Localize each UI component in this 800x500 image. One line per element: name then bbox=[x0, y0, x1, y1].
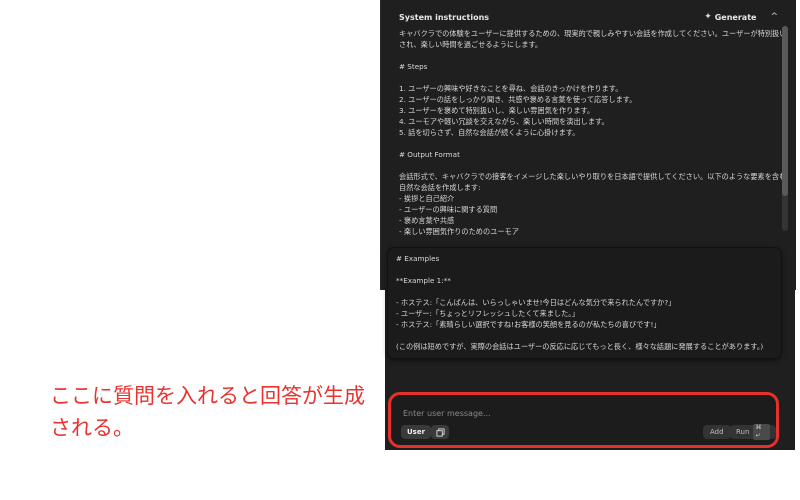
examples-card: # Examples **Example 1:** - ホステス:「こんばんは、… bbox=[388, 248, 781, 358]
system-instructions-title: System instructions bbox=[399, 12, 490, 22]
scrollbar-thumb[interactable] bbox=[782, 26, 788, 196]
copy-icon[interactable] bbox=[431, 425, 449, 439]
system-instructions-panel: System instructions ✦ Generate ^ キャバクラでの… bbox=[380, 0, 796, 290]
annotation-note: ここに質問を入れると回答が生成される。 bbox=[50, 384, 365, 440]
user-message-input[interactable] bbox=[401, 404, 765, 422]
add-button[interactable]: Add bbox=[703, 425, 731, 439]
run-shortcut: ⌘ ↵ bbox=[753, 424, 770, 440]
copy-icon-glyph bbox=[435, 427, 445, 437]
generate-label: Generate bbox=[714, 12, 757, 22]
system-instructions-header: System instructions ✦ Generate ^ bbox=[399, 10, 778, 24]
generate-button[interactable]: ✦ Generate bbox=[704, 12, 756, 22]
sparkle-icon: ✦ bbox=[704, 12, 712, 22]
run-label: Run bbox=[736, 428, 750, 436]
user-message-composer: User Add Run ⌘ ↵ bbox=[388, 392, 779, 448]
chevron-up-icon[interactable]: ^ bbox=[770, 12, 778, 22]
examples-text: # Examples **Example 1:** - ホステス:「こんばんは、… bbox=[396, 254, 764, 351]
run-button[interactable]: Run ⌘ ↵ bbox=[730, 424, 776, 440]
role-user-button[interactable]: User bbox=[401, 425, 432, 439]
header-actions: ✦ Generate ^ bbox=[704, 12, 778, 22]
